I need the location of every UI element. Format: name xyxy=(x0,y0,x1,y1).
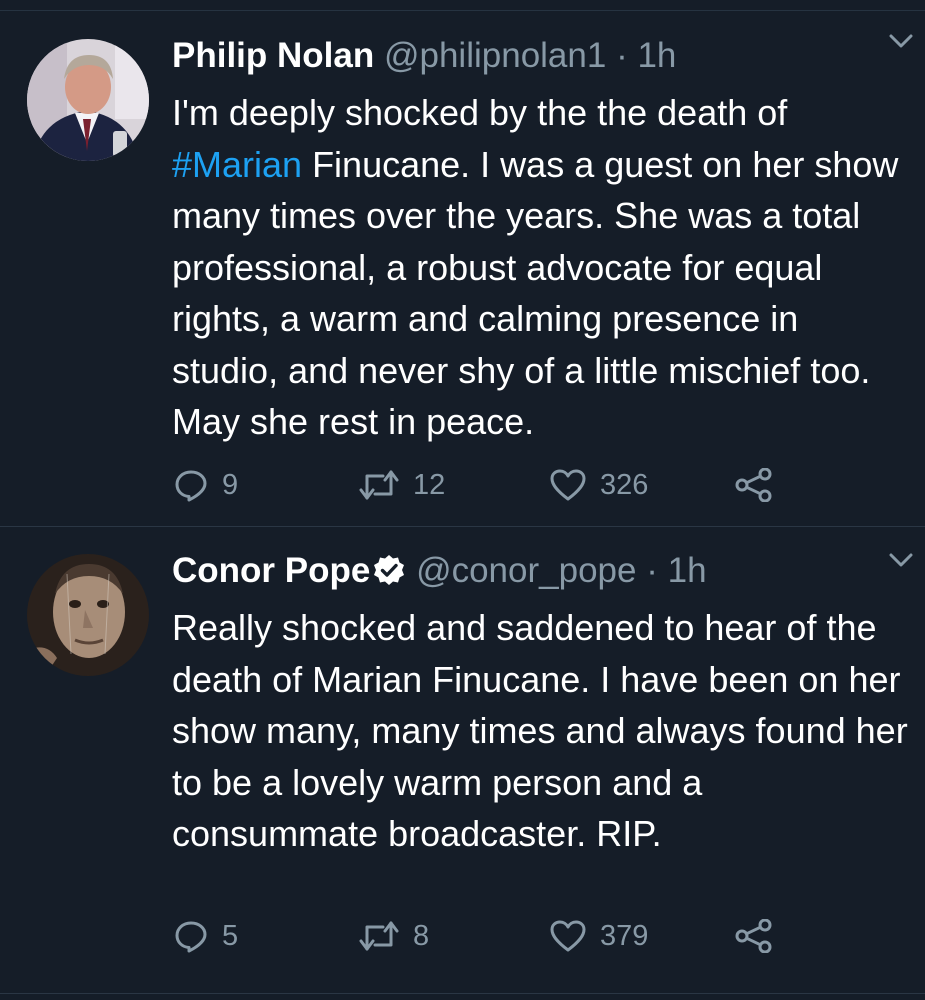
tweet-text-part: I'm deeply shocked by the the death of xyxy=(172,92,788,133)
reply-icon xyxy=(175,921,207,953)
like-button[interactable]: 326 xyxy=(550,465,648,505)
tweet-actions: 5 8 379 xyxy=(172,916,872,956)
share-icon xyxy=(735,919,772,953)
tweet-header: Conor Pope @conor_pope · 1h xyxy=(172,551,905,591)
tweet-text: Really shocked and saddened to hear of t… xyxy=(172,607,908,854)
user-handle[interactable]: @philipnolan1 xyxy=(384,36,606,75)
avatar[interactable] xyxy=(27,39,149,161)
separator: · xyxy=(616,36,628,75)
tweet-header: Philip Nolan @philipnolan1 · 1h xyxy=(172,36,905,76)
tweet[interactable]: Philip Nolan @philipnolan1 · 1h I'm deep… xyxy=(0,10,925,527)
timestamp[interactable]: 1h xyxy=(668,551,707,590)
share-button[interactable] xyxy=(734,465,774,505)
retweet-icon xyxy=(359,470,399,500)
separator: · xyxy=(646,551,658,590)
reply-count: 5 xyxy=(222,919,239,952)
retweet-icon xyxy=(359,921,399,951)
like-count: 326 xyxy=(600,468,649,501)
share-button[interactable] xyxy=(734,916,774,956)
share-icon xyxy=(735,468,772,502)
timestamp[interactable]: 1h xyxy=(637,36,676,75)
retweet-button[interactable]: 8 xyxy=(359,916,429,956)
display-name[interactable]: Philip Nolan xyxy=(172,36,374,75)
verified-badge-icon xyxy=(374,555,405,585)
reply-button[interactable]: 9 xyxy=(174,465,238,505)
tweet-actions: 9 12 326 xyxy=(172,465,872,505)
heart-icon xyxy=(550,920,586,952)
retweet-count: 8 xyxy=(413,919,430,952)
tweet[interactable]: Conor Pope @conor_pope · 1h Really shock… xyxy=(0,527,925,994)
user-handle[interactable]: @conor_pope xyxy=(416,551,636,590)
chevron-down-icon[interactable] xyxy=(887,551,915,569)
tweet-text: I'm deeply shocked by the the death of #… xyxy=(172,87,912,448)
reply-button[interactable]: 5 xyxy=(174,916,238,956)
hashtag-link[interactable]: #Marian xyxy=(172,144,302,185)
like-button[interactable]: 379 xyxy=(550,916,648,956)
reply-icon xyxy=(175,470,207,502)
retweet-count: 12 xyxy=(413,468,446,501)
reply-count: 9 xyxy=(222,468,239,501)
tweet-text-part: Finucane. I was a guest on her show many… xyxy=(172,143,899,443)
avatar[interactable] xyxy=(27,554,149,676)
heart-icon xyxy=(550,469,586,501)
like-count: 379 xyxy=(600,919,649,952)
display-name[interactable]: Conor Pope xyxy=(172,551,370,590)
chevron-down-icon[interactable] xyxy=(887,32,915,50)
retweet-button[interactable]: 12 xyxy=(359,465,445,505)
